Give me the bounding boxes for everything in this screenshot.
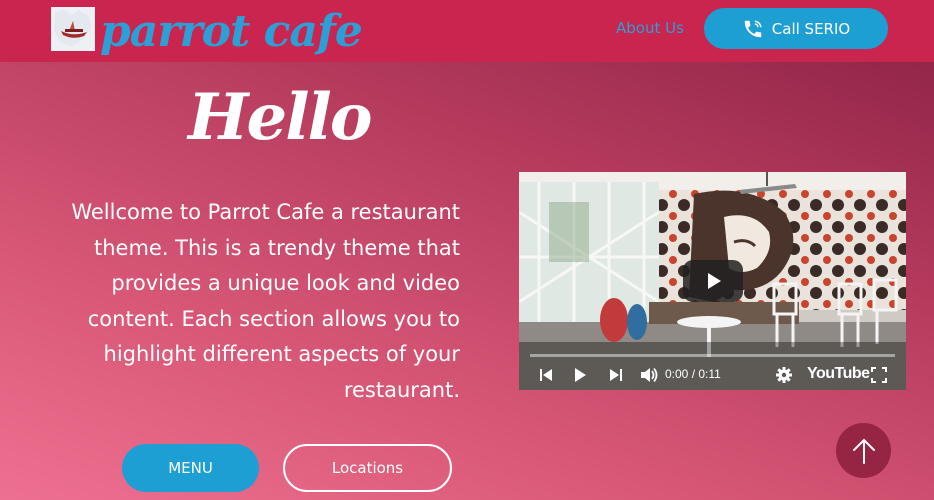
arrow-up-icon (852, 438, 875, 464)
volume-icon (641, 367, 658, 383)
settings-icon (776, 367, 792, 383)
play-overlay-button[interactable] (683, 260, 743, 302)
logo-image[interactable] (51, 7, 95, 51)
settings-button[interactable] (775, 366, 793, 384)
play-icon (708, 273, 721, 289)
next-icon (610, 369, 622, 381)
fullscreen-icon (871, 367, 887, 383)
fullscreen-button[interactable] (870, 366, 888, 384)
locations-button[interactable]: Locations (283, 444, 452, 492)
call-button[interactable]: Call SERIO (704, 8, 888, 49)
next-button[interactable] (607, 366, 625, 384)
video-progress-bar[interactable] (530, 354, 895, 357)
nav-about-link[interactable]: About Us (616, 19, 684, 37)
menu-button[interactable]: MENU (122, 444, 259, 492)
hero-title: Hello (188, 80, 372, 155)
youtube-logo[interactable]: YouTube (807, 365, 870, 383)
video-controls: 0:00 / 0:11 YouTube (519, 360, 906, 390)
hero-intro-text: Wellcome to Parrot Cafe a restaurant the… (71, 200, 460, 402)
play-button[interactable] (571, 366, 589, 384)
play-icon (575, 368, 586, 382)
video-time: 0:00 / 0:11 (665, 367, 721, 381)
logo-graphic (51, 7, 95, 51)
video-player[interactable]: 0:00 / 0:11 YouTube (519, 172, 906, 390)
phone-icon (744, 19, 762, 37)
previous-icon (540, 369, 552, 381)
site-header: parrot cafe About Us Call SERIO (0, 0, 934, 62)
scroll-to-top-button[interactable] (836, 423, 891, 478)
call-button-label: Call SERIO (771, 19, 851, 38)
brand-name[interactable]: parrot cafe (100, 4, 363, 60)
previous-button[interactable] (537, 366, 555, 384)
volume-button[interactable] (639, 365, 659, 385)
